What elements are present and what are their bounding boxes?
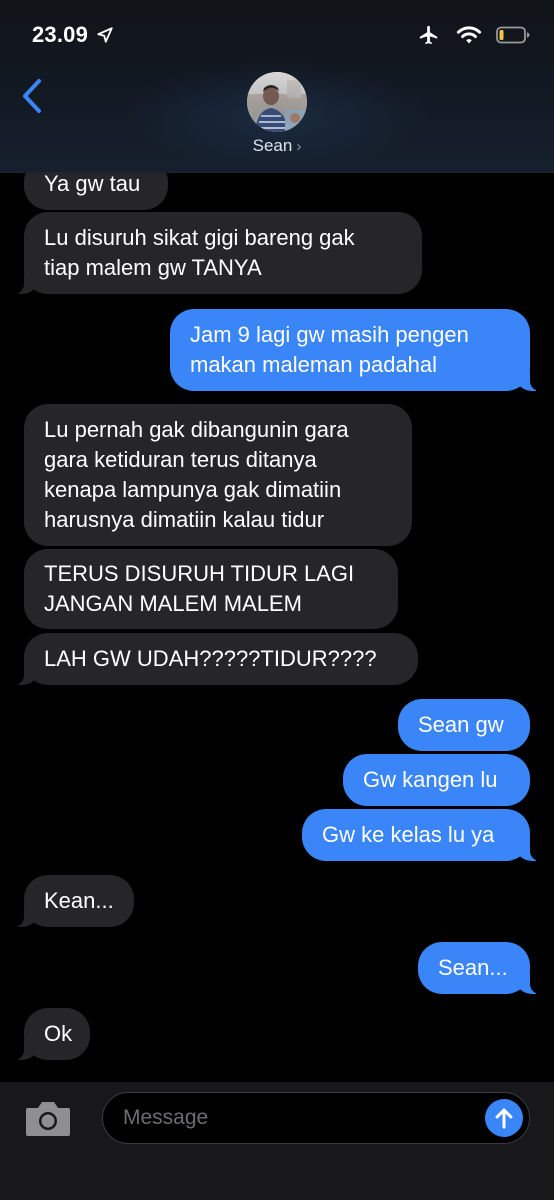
message-line: JANGAN MALEM MALEM	[44, 591, 302, 616]
message-line: Sean...	[438, 955, 508, 980]
message-bubble-incoming[interactable]: Lu disuruh sikat gigi bareng gak tiap ma…	[14, 212, 422, 294]
back-chevron-icon	[23, 79, 41, 113]
message-bubble-outgoing[interactable]: Sean gw	[398, 699, 530, 751]
contact-photo	[247, 72, 307, 132]
message-line: Kean...	[44, 888, 114, 913]
contact-name: Sean	[252, 136, 293, 155]
message-line: makan maleman padahal	[190, 352, 438, 377]
message-bubble-outgoing[interactable]: Sean...	[418, 942, 540, 994]
conversation-header: 23.09 Sean ›	[0, 0, 554, 173]
contact-name-button[interactable]: Sean ›	[0, 136, 554, 156]
back-button[interactable]	[14, 76, 50, 116]
message-field[interactable]	[102, 1092, 530, 1144]
message-line: Sean gw	[418, 712, 504, 737]
airplane-icon	[419, 25, 438, 45]
camera-icon	[26, 1102, 70, 1136]
message-line: Jam 9 lagi gw masih pengen	[190, 322, 469, 347]
send-button[interactable]	[485, 1099, 523, 1137]
compose-bar	[0, 1082, 554, 1200]
message-bubble-outgoing[interactable]: Gw kangen lu	[343, 754, 530, 806]
location-arrow-icon	[97, 27, 113, 43]
message-input[interactable]	[123, 1093, 463, 1143]
chevron-right-icon: ›	[296, 138, 302, 155]
send-arrow-icon	[495, 1108, 513, 1129]
message-line: kenapa lampunya gak dimatiin	[44, 477, 342, 502]
status-time: 23.09	[32, 22, 89, 47]
message-bubble-incoming[interactable]: TERUS DISURUH TIDUR LAGI JANGAN MALEM MA…	[24, 549, 398, 629]
message-line: tiap malem gw TANYA	[44, 255, 262, 280]
message-line: harusnya dimatiin kalau tidur	[44, 507, 325, 532]
message-bubble-incoming[interactable]: LAH GW UDAH?????TIDUR????	[14, 633, 418, 685]
message-line: gara ketiduran terus ditanya	[44, 447, 317, 472]
message-bubble-incoming[interactable]: Ok	[14, 1008, 90, 1060]
message-thread: Ya gw tau Lu disuruh sikat gigi bareng g…	[0, 0, 554, 1200]
message-bubble-incoming[interactable]: Kean...	[14, 875, 134, 927]
message-line: Ok	[44, 1021, 73, 1046]
message-bubble-outgoing[interactable]: Jam 9 lagi gw masih pengen makan maleman…	[170, 309, 540, 391]
status-icons	[416, 22, 530, 48]
avatar[interactable]	[247, 72, 307, 132]
message-line: Gw kangen lu	[363, 767, 498, 792]
message-line: Ya gw tau	[44, 171, 141, 196]
battery-icon	[496, 26, 530, 44]
message-line: Lu disuruh sikat gigi bareng gak	[44, 225, 355, 250]
wifi-icon	[456, 26, 482, 44]
message-line: LAH GW UDAH?????TIDUR????	[44, 646, 377, 671]
message-line: Gw ke kelas lu ya	[322, 822, 495, 847]
message-line: TERUS DISURUH TIDUR LAGI	[44, 561, 355, 586]
message-bubble-incoming[interactable]: Lu pernah gak dibangunin gara gara ketid…	[24, 404, 412, 546]
message-bubble-outgoing[interactable]: Gw ke kelas lu ya	[302, 809, 540, 861]
camera-button[interactable]	[24, 1098, 72, 1138]
message-line: Lu pernah gak dibangunin gara	[44, 417, 349, 442]
